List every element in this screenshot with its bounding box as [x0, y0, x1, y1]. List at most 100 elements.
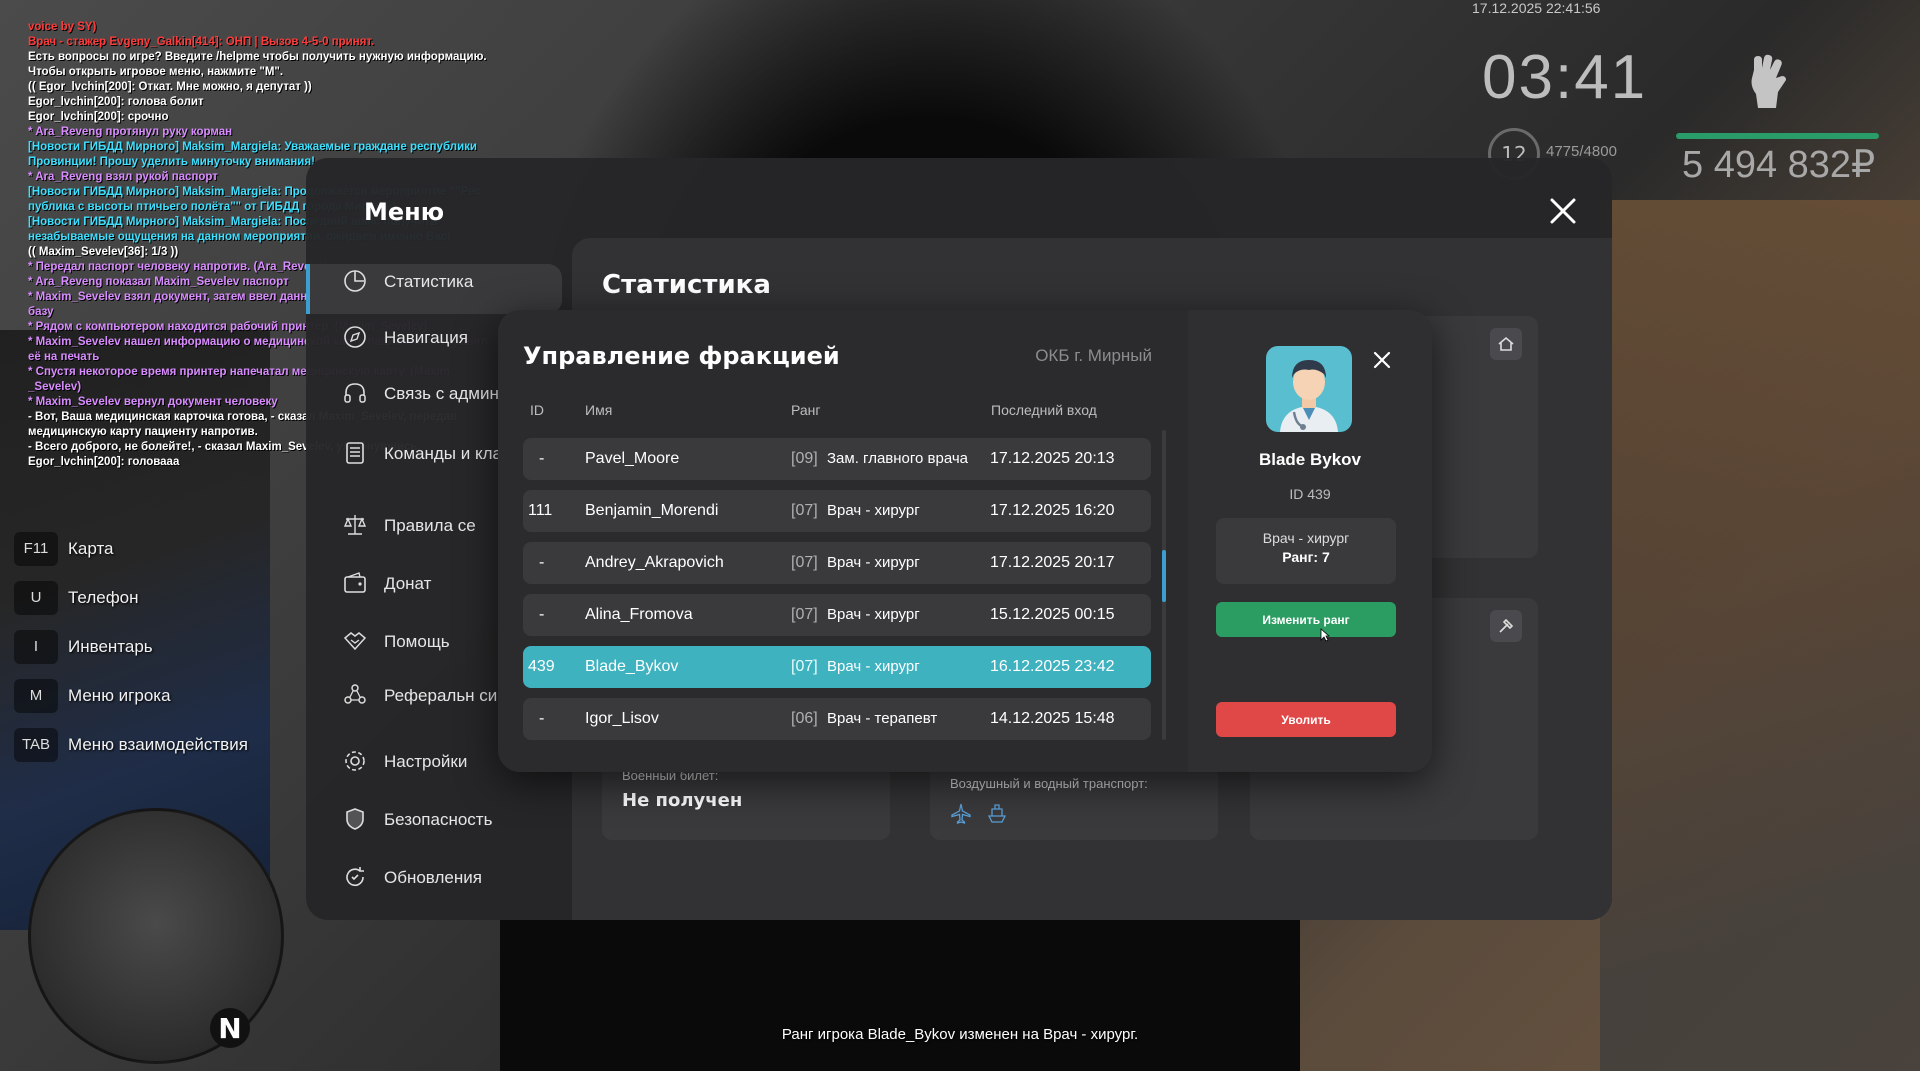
scales-icon	[343, 515, 367, 535]
nav-item-label: Донат	[384, 573, 432, 593]
member-row[interactable]: - Alina_Fromova [07] Врач - хирург 15.12.202…	[523, 594, 1151, 636]
member-name: Alina_Fromova	[585, 606, 693, 623]
airplane-icon	[951, 803, 971, 824]
member-rank-number: [07]	[791, 502, 818, 519]
member-id: 439	[528, 658, 555, 675]
chat-line: Egor_lvchin[200]: голова болит	[28, 96, 204, 108]
compass-icon	[344, 326, 366, 348]
close-icon[interactable]	[1370, 348, 1394, 372]
hotkey-label: Карта	[68, 538, 114, 558]
faction-management-modal: Управление фракцией ОКБ г. Мирный ID Имя…	[498, 310, 1432, 772]
chart-icon	[344, 270, 366, 292]
member-last-login: 17.12.2025 20:13	[990, 450, 1115, 467]
fist-icon	[1751, 54, 1786, 108]
nav-item[interactable]: Статистика	[342, 268, 572, 294]
gear-icon	[345, 751, 365, 771]
hotkey-key: TAB	[14, 727, 58, 762]
nav-item-label: Безопасность	[384, 809, 493, 829]
military-id-value: Не получен	[622, 790, 743, 811]
nav-item-label: Настройки	[384, 751, 468, 771]
member-last-login: 16.12.2025 23:42	[990, 658, 1115, 675]
background-floor	[1600, 200, 1920, 1071]
hotkey-hint: M Меню игрока	[14, 671, 248, 720]
nav-item[interactable]: Обновления	[342, 864, 572, 890]
background-character	[500, 920, 1300, 1071]
member-rank-number: [06]	[791, 710, 818, 727]
member-last-login: 17.12.2025 16:20	[990, 502, 1115, 519]
transport-label: Воздушный и водный транспорт:	[950, 776, 1148, 791]
hotkey-hint: I Инвентарь	[14, 622, 248, 671]
hud-time: 03:41	[1482, 43, 1648, 112]
handshake-icon	[343, 632, 367, 651]
member-id: -	[539, 710, 545, 727]
faction-title: Управление фракцией	[523, 342, 840, 370]
member-name: Blade_Bykov	[585, 658, 679, 675]
hotkey-hint: TAB Меню взаимодействия	[14, 720, 248, 769]
member-rank: Врач - хирург	[827, 554, 920, 571]
column-rank: Ранг	[791, 402, 821, 418]
member-rank-number: [09]	[791, 450, 818, 467]
boat-icon	[987, 804, 1007, 823]
faction-members-panel: Управление фракцией ОКБ г. Мирный ID Имя…	[498, 310, 1188, 772]
shield-icon	[346, 808, 364, 830]
member-id: -	[539, 606, 545, 623]
hotkey-key: M	[14, 678, 58, 713]
cursor-icon	[1320, 628, 1330, 642]
chat-line: Есть вопросы по игре? Введите /helpme чт…	[28, 51, 487, 63]
hammer-icon[interactable]	[1490, 610, 1522, 642]
hotkey-hint: F11 Карта	[14, 524, 248, 573]
player-position: Врач - хирург	[1262, 530, 1350, 546]
member-row[interactable]: 111 Benjamin_Morendi [07] Врач - хирург 17.1…	[523, 490, 1151, 532]
members-scrollbar-thumb[interactable]	[1162, 550, 1166, 602]
column-id: ID	[530, 402, 544, 418]
close-icon[interactable]	[1546, 194, 1580, 228]
list-icon	[346, 442, 364, 464]
chat-line: (( Egor_lvchin[200]: Откат. Мне можно, я…	[28, 81, 312, 93]
menu-title: Меню	[364, 198, 445, 226]
hotkey-hints: F11 Карта U Телефон I Инвентарь M Меню игрока TA…	[14, 524, 248, 769]
wallet-icon	[344, 572, 366, 593]
member-name: Andrey_Akrapovich	[585, 554, 724, 571]
chat-line: voice by SY)	[28, 21, 97, 33]
hotkey-label: Телефон	[68, 587, 139, 607]
member-rank-number: [07]	[791, 606, 818, 623]
house-icon[interactable]	[1490, 328, 1522, 360]
player-rank-box: Врач - хирург Ранг: 7	[1216, 518, 1396, 584]
member-rank: Зам. главного врача	[827, 450, 969, 467]
member-id: -	[539, 554, 545, 571]
member-row[interactable]: 439 Blade_Bykov [07] Врач - хирург 16.12.202…	[523, 646, 1151, 688]
member-last-login: 15.12.2025 00:15	[990, 606, 1115, 623]
nav-item[interactable]: Безопасность	[342, 806, 572, 832]
member-row[interactable]: - Igor_Lisov [06] Врач - терапевт 14.12.2025…	[523, 698, 1151, 740]
fire-button[interactable]: Уволить	[1216, 702, 1396, 737]
column-last-login: Последний вход	[991, 402, 1097, 418]
hotkey-key: F11	[14, 531, 58, 566]
column-name: Имя	[585, 402, 613, 418]
player-rank: Ранг: 7	[1282, 549, 1330, 565]
nav-item-label: Помощь	[384, 631, 450, 651]
chat-line: Врач - стажер Evgeny_Galkin[414]: ОНП | …	[28, 36, 375, 48]
chat-line: [Новости ГИБДД Мирного] Maksim_Margiela:…	[28, 141, 477, 153]
member-id: 111	[528, 502, 553, 519]
refresh-icon	[346, 867, 364, 887]
content-title: Статистика	[602, 270, 771, 300]
change-rank-button[interactable]: Изменить ранг	[1216, 602, 1396, 637]
nav-item-label: Навигация	[384, 327, 468, 347]
hotkey-hint: U Телефон	[14, 573, 248, 622]
chat-line: Egor_lvchin[200]: срочно	[28, 111, 169, 123]
member-name: Pavel_Moore	[585, 450, 680, 467]
hotkey-key: I	[14, 629, 58, 664]
member-rank: Врач - хирург	[827, 502, 920, 519]
chat-line: Чтобы открыть игровое меню, нажмите "M".	[28, 66, 284, 78]
headset-icon	[344, 383, 366, 403]
member-rank-number: [07]	[791, 658, 818, 675]
member-rank: Врач - хирург	[827, 658, 920, 675]
members-list[interactable]: - Pavel_Moore [09] Зам. главного врача 17.12…	[523, 438, 1153, 744]
member-rank: Врач - терапевт	[827, 710, 938, 727]
member-row[interactable]: - Andrey_Akrapovich [07] Врач - хирург 17.12…	[523, 542, 1151, 584]
faction-organization: ОКБ г. Мирный	[1035, 346, 1152, 365]
hotkey-label: Инвентарь	[68, 636, 153, 656]
hud-date: 17.12.2025 22:41:56	[1472, 0, 1601, 16]
hotkey-label: Меню взаимодействия	[68, 734, 248, 754]
member-row[interactable]: - Pavel_Moore [09] Зам. главного врача 17.12…	[523, 438, 1151, 480]
